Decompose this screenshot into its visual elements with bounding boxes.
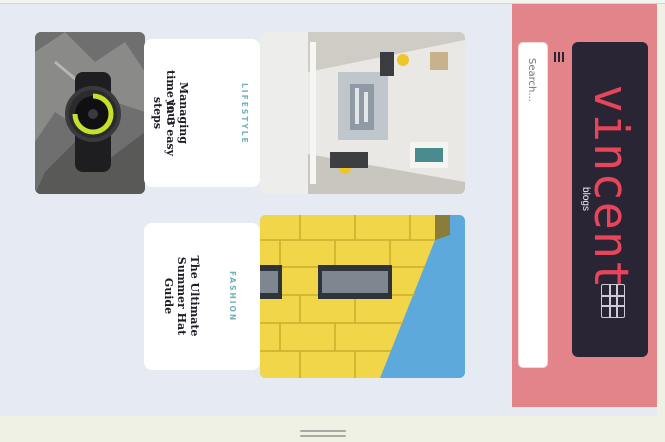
post-title-line[interactable]: Summer Hat: [175, 254, 188, 338]
post-card-fashion[interactable]: FASHION The Ultimate Summer Hat Guide: [144, 223, 260, 370]
post-image-watch[interactable]: [35, 32, 145, 194]
post-title-line[interactable]: Managing your: [165, 67, 190, 159]
hamburger-icon[interactable]: [552, 49, 566, 65]
post-title-line[interactable]: time in 3 easy: [164, 67, 177, 159]
post-title-line[interactable]: Guide: [162, 254, 175, 338]
post-image-building[interactable]: [260, 215, 465, 378]
logo-subtitle: blogs: [580, 187, 591, 211]
post-title-line[interactable]: steps: [151, 67, 164, 159]
grid-icon: [601, 284, 625, 318]
search-box[interactable]: [518, 42, 548, 368]
page-viewport[interactable]: vincent blogs Search... LIFESTYLE Managi…: [0, 4, 657, 416]
logo-text: vincent: [583, 84, 638, 290]
search-input[interactable]: [524, 58, 540, 168]
post-title-line[interactable]: The Ultimate: [188, 254, 201, 338]
post-category: LIFESTYLE: [240, 83, 249, 145]
drag-handle-icon[interactable]: [300, 430, 346, 438]
post-image-room[interactable]: [260, 32, 465, 194]
window-edge: [657, 4, 665, 442]
post-category: FASHION: [228, 271, 237, 323]
post-card-lifestyle[interactable]: LIFESTYLE Managing your time in 3 easy s…: [144, 39, 260, 187]
site-header: vincent blogs: [512, 4, 657, 407]
logo-card[interactable]: vincent blogs: [572, 42, 648, 357]
bottom-bar: [0, 416, 657, 442]
